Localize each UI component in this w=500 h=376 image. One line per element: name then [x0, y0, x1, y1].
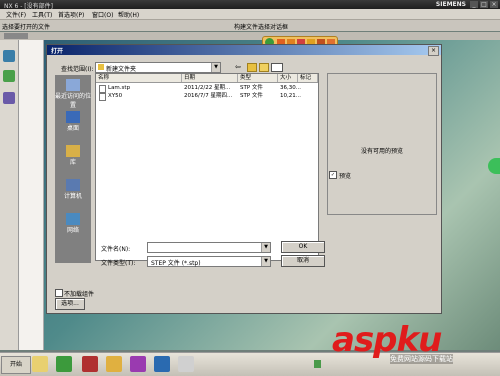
- side-tab-icon[interactable]: [488, 158, 500, 174]
- file-name: XY50: [108, 93, 123, 99]
- place-library-label: 库: [69, 159, 76, 166]
- place-network-label: 网络: [66, 227, 79, 234]
- file-name: Lam.stp: [108, 85, 131, 91]
- place-network[interactable]: 网络: [55, 213, 91, 234]
- back-icon[interactable]: ⇦: [235, 63, 241, 71]
- col-type[interactable]: 类型: [238, 74, 278, 82]
- chevron-down-icon[interactable]: ▼: [211, 63, 220, 72]
- file-row[interactable]: Lam.stp 2011/2/22 星期... STP 文件 36,30...: [96, 84, 318, 93]
- start-label: 开始: [9, 361, 22, 368]
- place-computer-label: 计算机: [63, 193, 82, 200]
- close-button[interactable]: ×: [490, 1, 498, 8]
- filetype-label: 文件类型(T):: [101, 260, 136, 267]
- dialog-close-button[interactable]: ×: [428, 46, 439, 56]
- col-size[interactable]: 大小: [278, 74, 298, 82]
- filetype-value: STEP 文件 (*.stp): [151, 260, 201, 267]
- nx-taskbar-icon[interactable]: [154, 356, 170, 372]
- menu-bar: 文件(F) 工具(T) 首选项(P) 窗口(O) 帮助(H): [0, 9, 500, 20]
- place-desktop-label: 桌面: [66, 125, 79, 132]
- explorer-icon[interactable]: [32, 356, 48, 372]
- cue-line: 选择要打开的文件 构建文件选择对话框: [0, 20, 500, 31]
- no-load-components-checkbox[interactable]: [55, 289, 63, 297]
- toolbar-handle[interactable]: [4, 33, 28, 39]
- folder-icon: [98, 64, 104, 70]
- computer-icon: [66, 179, 80, 191]
- roles-icon[interactable]: [3, 92, 15, 104]
- preview-checkbox-label: 预览: [339, 173, 352, 180]
- app-icon[interactable]: [178, 356, 194, 372]
- preview-message: 没有可用的预览: [360, 148, 403, 155]
- minimize-button[interactable]: _: [470, 1, 478, 8]
- file-row[interactable]: XY50 2016/7/7 星期四... STP 文件 10,21...: [96, 92, 318, 101]
- resource-panel: [19, 40, 44, 350]
- filename-input[interactable]: ▼: [147, 242, 271, 253]
- menu-window[interactable]: 窗口(O): [92, 10, 113, 19]
- up-folder-icon[interactable]: [247, 63, 257, 72]
- look-in-value: 新建文件夹: [106, 66, 137, 73]
- open-file-dialog: 打开 × 查找范围(I): 新建文件夹 ▼ ⇦ 最近访问的位置 桌面 库 计算机…: [46, 44, 442, 314]
- navigator-icon[interactable]: [3, 50, 15, 62]
- place-recent-label: 最近访问的位置: [55, 93, 92, 109]
- start-button[interactable]: 开始: [1, 356, 31, 374]
- menu-file[interactable]: 文件(F): [6, 10, 26, 19]
- place-library[interactable]: 库: [55, 145, 91, 166]
- history-icon[interactable]: [3, 70, 15, 82]
- chevron-down-icon[interactable]: ▼: [261, 243, 270, 252]
- column-headers: 名称 日期 类型 大小 标记: [96, 74, 318, 83]
- cue-prompt: 选择要打开的文件: [2, 24, 51, 31]
- dialog-title: 打开: [51, 48, 64, 55]
- places-bar: 最近访问的位置 桌面 库 计算机 网络: [55, 75, 91, 263]
- place-computer[interactable]: 计算机: [55, 179, 91, 200]
- watermark-subtitle: 免费网站源码下载站: [390, 354, 453, 364]
- watermark: aspku 免费网站源码下载站: [332, 320, 500, 364]
- status-message: 构建文件选择对话框: [234, 24, 289, 31]
- preview-checkbox[interactable]: ✓: [329, 171, 337, 179]
- file-date: 2016/7/7 星期四...: [184, 93, 233, 99]
- menu-tools[interactable]: 工具(T): [32, 10, 52, 19]
- filename-label: 文件名(N):: [101, 246, 131, 253]
- view-menu-icon[interactable]: [271, 63, 283, 72]
- look-in-select[interactable]: 新建文件夹 ▼: [95, 62, 221, 73]
- brand-logo: SIEMENS: [435, 1, 466, 8]
- file-size: 10,21...: [280, 93, 301, 99]
- no-load-components-label: 不加载组件: [64, 291, 95, 298]
- app-icon[interactable]: [56, 356, 72, 372]
- preview-pane: 没有可用的预览: [327, 73, 437, 215]
- maximize-button[interactable]: □: [480, 1, 488, 8]
- file-size: 36,30...: [280, 85, 301, 91]
- dialog-title-bar: 打开 ×: [47, 45, 441, 56]
- menu-help[interactable]: 帮助(H): [118, 10, 139, 19]
- file-date: 2011/2/22 星期...: [184, 85, 231, 91]
- app-icon[interactable]: [82, 356, 98, 372]
- ok-button[interactable]: OK: [281, 241, 325, 253]
- new-folder-icon[interactable]: [259, 63, 269, 72]
- resource-bar: [0, 40, 19, 350]
- library-icon: [66, 145, 80, 157]
- cancel-button[interactable]: 取消: [281, 255, 325, 267]
- look-in-label: 查找范围(I):: [61, 66, 94, 73]
- desktop-icon: [66, 111, 80, 123]
- menu-preferences[interactable]: 首选项(P): [58, 10, 84, 19]
- file-type: STP 文件: [240, 85, 263, 91]
- app-icon[interactable]: [106, 356, 122, 372]
- col-date[interactable]: 日期: [182, 74, 238, 82]
- file-list[interactable]: 名称 日期 类型 大小 标记 Lam.stp 2011/2/22 星期... S…: [95, 73, 319, 261]
- recent-icon: [66, 79, 80, 91]
- place-desktop[interactable]: 桌面: [55, 111, 91, 132]
- filetype-select[interactable]: STEP 文件 (*.stp) ▼: [147, 256, 271, 267]
- options-button[interactable]: 选项...: [55, 298, 85, 310]
- app-title-bar: NX 6 - [没有部件] SIEMENS _ □ ×: [0, 0, 500, 10]
- file-type: STP 文件: [240, 93, 263, 99]
- place-recent[interactable]: 最近访问的位置: [55, 79, 91, 109]
- app-icon[interactable]: [130, 356, 146, 372]
- col-name[interactable]: 名称: [96, 74, 182, 82]
- tray-icon[interactable]: [314, 360, 321, 368]
- col-tags[interactable]: 标记: [298, 74, 318, 82]
- chevron-down-icon[interactable]: ▼: [261, 257, 270, 266]
- file-icon: [99, 93, 106, 101]
- network-icon: [66, 213, 80, 225]
